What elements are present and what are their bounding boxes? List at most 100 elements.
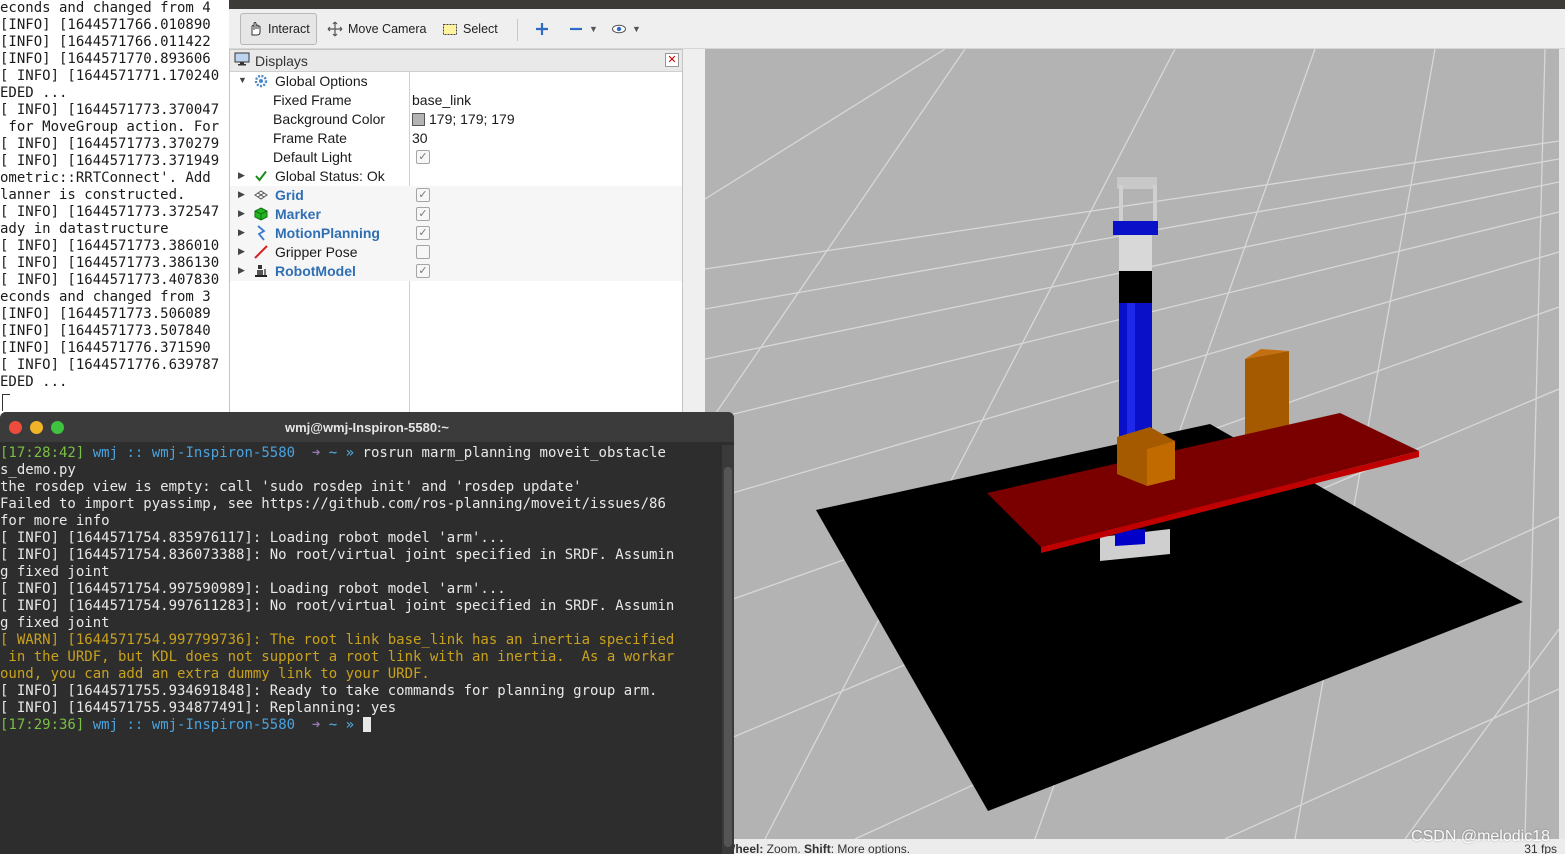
expanded-arrow-icon[interactable]: ▼	[238, 75, 248, 87]
gripper-pose-display-label: Gripper Pose	[275, 244, 358, 260]
remove-tool-button[interactable]: ▼	[562, 13, 604, 45]
add-tool-button[interactable]	[528, 13, 556, 45]
collapsed-arrow-icon[interactable]: ▶	[238, 227, 248, 239]
tree-row-gripper-pose[interactable]: ▶ Gripper Pose	[230, 243, 682, 262]
motion-planning-display-label: MotionPlanning	[275, 225, 380, 241]
move-camera-tool-button[interactable]: Move Camera	[321, 13, 433, 45]
background-color-value[interactable]: 179; 179; 179	[412, 111, 515, 127]
eye-icon	[611, 21, 627, 37]
pose-arrow-icon	[253, 244, 269, 260]
terminal-line: [ INFO] [1644571773.386130	[0, 255, 220, 271]
close-panel-button[interactable]: ✕	[665, 53, 679, 67]
global-status-label: Global Status: Ok	[275, 168, 385, 184]
3d-viewport[interactable]	[705, 49, 1559, 839]
terminal-title-bar: wmj@wmj-Inspiron-5580:~	[0, 412, 734, 442]
terminal-line: [INFO] [1644571773.506089	[0, 306, 211, 322]
terminal-window[interactable]: wmj@wmj-Inspiron-5580:~ [17:28:42] wmj :…	[0, 412, 734, 854]
displays-panel: Displays ✕ ▼ Global Options Fixed Frame …	[229, 49, 683, 414]
select-label: Select	[463, 22, 498, 36]
displays-panel-header: Displays ✕	[230, 50, 682, 72]
terminal-line: EDED ...	[0, 374, 68, 390]
tree-row-marker[interactable]: ▶ Marker ✓	[230, 205, 682, 224]
tree-row-frame-rate[interactable]: Frame Rate 30	[230, 129, 682, 148]
select-tool-button[interactable]: Select	[436, 13, 504, 45]
scene-render	[705, 49, 1559, 839]
terminal-line: [INFO] [1644571766.010890	[0, 17, 211, 33]
robot-model-checkbox[interactable]: ✓	[416, 264, 430, 278]
marker-display-label: Marker	[275, 206, 321, 222]
grid-icon	[253, 187, 269, 203]
collapsed-arrow-icon[interactable]: ▶	[238, 246, 248, 258]
checkmark-icon	[253, 168, 269, 184]
default-light-label: Default Light	[273, 149, 352, 165]
terminal-line: [ INFO] [1644571771.170240	[0, 68, 220, 84]
terminal-line: the rosdep view is empty: call 'sudo ros…	[0, 479, 582, 495]
fixed-frame-value[interactable]: base_link	[412, 92, 471, 108]
monitor-icon	[234, 52, 250, 69]
terminal-line: ometric::RRTConnect'. Add	[0, 170, 211, 186]
minimize-window-button[interactable]	[30, 421, 43, 434]
displays-tree: ▼ Global Options Fixed Frame base_link B…	[230, 72, 682, 413]
terminal-line: [INFO] [1644571773.507840	[0, 323, 211, 339]
terminal-line: [ INFO] [1644571773.386010	[0, 238, 220, 254]
motion-planning-icon	[253, 225, 269, 241]
cube-icon	[253, 206, 269, 222]
terminal-line: ady in datastructure	[0, 221, 169, 237]
toolbar-separator	[517, 19, 518, 41]
collapsed-arrow-icon[interactable]: ▶	[238, 265, 248, 277]
terminal-title: wmj@wmj-Inspiron-5580:~	[284, 419, 450, 435]
default-light-checkbox[interactable]: ✓	[416, 150, 430, 164]
side-splitter[interactable]	[1559, 49, 1565, 839]
prompt-line[interactable]: [17:29:36] wmj :: wmj-Inspiron-5580 ➜ ~ …	[0, 717, 722, 734]
tree-row-background-color[interactable]: Background Color 179; 179; 179	[230, 110, 682, 129]
global-options-label: Global Options	[275, 73, 368, 89]
warning-line: ound, you can add an extra dummy link to…	[0, 666, 430, 682]
warning-line: in the URDF, but KDL does not support a …	[0, 649, 675, 665]
interact-tool-button[interactable]: Interact	[240, 13, 317, 45]
collapsed-arrow-icon[interactable]: ▶	[238, 208, 248, 220]
terminal-line: [ INFO] [1644571755.934691848]: Ready to…	[0, 683, 658, 699]
collapsed-arrow-icon[interactable]: ▶	[238, 170, 248, 182]
marker-checkbox[interactable]: ✓	[416, 207, 430, 221]
terminal-line: [ INFO] [1644571754.997590989]: Loading …	[0, 581, 506, 597]
maximize-window-button[interactable]	[51, 421, 64, 434]
rviz-toolbar: Interact Move Camera Select ▼ ▼	[229, 9, 1565, 49]
frame-rate-value[interactable]: 30	[412, 130, 428, 146]
terminal-line: [ INFO] [1644571776.639787	[0, 357, 220, 373]
tree-row-default-light[interactable]: Default Light ✓	[230, 148, 682, 167]
tree-row-motion-planning[interactable]: ▶ MotionPlanning ✓	[230, 224, 682, 243]
background-terminal[interactable]: econds and changed from 4 [INFO] [1644571…	[0, 0, 234, 412]
background-color-label: Background Color	[273, 111, 386, 127]
terminal-line: [ INFO] [1644571773.407830	[0, 272, 220, 288]
terminal-output: [17:28:42] wmj :: wmj-Inspiron-5580 ➜ ~ …	[0, 445, 722, 734]
terminal-line: [INFO] [1644571776.371590	[0, 340, 211, 356]
chevron-down-icon: ▼	[589, 24, 598, 34]
tree-row-robot-model[interactable]: ▶ RobotModel ✓	[230, 262, 682, 281]
tree-row-global-options[interactable]: ▼ Global Options	[230, 72, 682, 91]
terminal-cursor	[2, 394, 10, 411]
interact-label: Interact	[268, 22, 310, 36]
scrollbar-thumb[interactable]	[724, 467, 732, 847]
tree-row-global-status[interactable]: ▶ Global Status: Ok	[230, 167, 682, 186]
terminal-line: econds and changed from 4	[0, 0, 211, 16]
terminal-cursor	[362, 717, 371, 732]
color-swatch	[412, 113, 425, 126]
motion-planning-checkbox[interactable]: ✓	[416, 226, 430, 240]
tree-row-fixed-frame[interactable]: Fixed Frame base_link	[230, 91, 682, 110]
terminal-line: [ INFO] [1644571754.836073388]: No root/…	[0, 547, 675, 563]
terminal-scrollbar[interactable]	[722, 445, 734, 854]
terminal-line: for more info	[0, 513, 110, 529]
collapsed-arrow-icon[interactable]: ▶	[238, 189, 248, 201]
terminal-line: [INFO] [1644571770.893606	[0, 51, 211, 67]
grid-checkbox[interactable]: ✓	[416, 188, 430, 202]
view-tool-button[interactable]: ▼	[605, 13, 647, 45]
terminal-line: [INFO] [1644571766.011422	[0, 34, 211, 50]
tree-row-grid[interactable]: ▶ Grid ✓	[230, 186, 682, 205]
terminal-line: [ INFO] [1644571773.371949	[0, 153, 220, 169]
terminal-line: s_demo.py	[0, 462, 76, 478]
gripper-pose-checkbox[interactable]	[416, 245, 430, 259]
terminal-line: Failed to import pyassimp, see https://g…	[0, 496, 666, 512]
grid-display-label: Grid	[275, 187, 304, 203]
frame-rate-label: Frame Rate	[273, 130, 347, 146]
close-window-button[interactable]	[9, 421, 22, 434]
